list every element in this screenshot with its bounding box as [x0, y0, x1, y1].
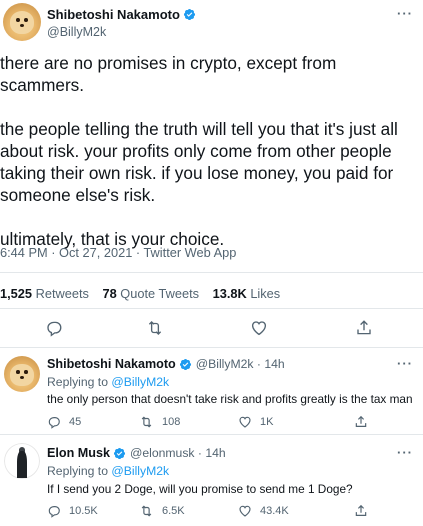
reply-handle-time[interactable]: @BillyM2k · 14h [196, 357, 285, 371]
retweet-icon[interactable] [145, 318, 165, 338]
divider [0, 272, 423, 273]
reply-actions: 10.5K 6.5K 43.4K [47, 504, 417, 520]
replying-to-link[interactable]: @BillyM2k [111, 464, 169, 478]
doge-avatar-image [4, 356, 40, 392]
avatar[interactable] [4, 356, 40, 392]
author-name-row[interactable]: Shibetoshi Nakamoto [47, 7, 196, 22]
tweet-paragraph-1: there are no promises in crypto, except … [0, 53, 337, 95]
like-icon [239, 416, 251, 428]
tweet-text: there are no promises in crypto, except … [0, 52, 420, 272]
replying-to: Replying to @BillyM2k [47, 464, 170, 478]
likes-stat[interactable]: 13.8K Likes [213, 286, 281, 301]
verified-badge-icon [183, 8, 195, 21]
replying-to-link[interactable]: @BillyM2k [111, 375, 169, 389]
avatar[interactable] [4, 443, 40, 479]
reply-text: the only person that doesn't take risk a… [47, 392, 413, 406]
more-icon[interactable]: ··· [397, 445, 413, 460]
like-icon [239, 505, 251, 517]
share-icon [355, 504, 367, 516]
replying-to: Replying to @BillyM2k [47, 375, 170, 389]
like-button[interactable]: 1K [238, 415, 273, 429]
reply-button[interactable]: 10.5K [47, 504, 98, 518]
reply-tweet[interactable]: Elon Musk @elonmusk · 14h ··· Replying t… [0, 434, 423, 524]
reply-handle-time[interactable]: @elonmusk · 14h [130, 446, 226, 460]
avatar[interactable] [3, 3, 41, 41]
like-icon[interactable] [249, 318, 269, 338]
share-button[interactable] [354, 415, 376, 429]
reply-author-name[interactable]: Shibetoshi Nakamoto [47, 357, 176, 371]
reply-author-name[interactable]: Elon Musk [47, 446, 110, 460]
verified-badge-icon [113, 447, 126, 459]
reply-tweet[interactable]: Shibetoshi Nakamoto @BillyM2k · 14h ··· … [0, 347, 423, 431]
divider [0, 308, 423, 309]
more-icon[interactable]: ··· [397, 6, 413, 21]
retweet-button[interactable]: 6.5K [139, 504, 185, 518]
retweet-button[interactable]: 108 [139, 415, 180, 429]
reply-text: If I send you 2 Doge, will you promise t… [47, 482, 353, 496]
reply-author-row[interactable]: Elon Musk @elonmusk · 14h [47, 446, 226, 460]
retweet-icon [141, 416, 152, 428]
tweet-stats: 1,525 Retweets 78 Quote Tweets 13.8K Lik… [0, 286, 290, 301]
retweets-stat[interactable]: 1,525 Retweets [0, 286, 89, 301]
reply-icon [48, 506, 60, 518]
share-icon[interactable] [354, 318, 374, 338]
elon-avatar-image [4, 443, 40, 479]
tweet-timestamp[interactable]: 6:44 PM · Oct 27, 2021 · Twitter Web App [0, 245, 236, 260]
author-name[interactable]: Shibetoshi Nakamoto [47, 7, 180, 22]
doge-avatar-image [3, 3, 41, 41]
share-icon [355, 415, 367, 427]
reply-icon [48, 417, 60, 429]
tweet-actions [0, 318, 423, 342]
retweet-icon [141, 505, 152, 517]
reply-actions: 45 108 1K [47, 415, 417, 431]
quote-tweets-stat[interactable]: 78 Quote Tweets [103, 286, 200, 301]
verified-badge-icon [179, 358, 191, 370]
tweet-paragraph-2: the people telling the truth will tell y… [0, 119, 398, 205]
reply-icon[interactable] [44, 318, 64, 338]
reply-button[interactable]: 45 [47, 415, 81, 429]
more-icon[interactable]: ··· [397, 356, 413, 371]
reply-author-row[interactable]: Shibetoshi Nakamoto @BillyM2k · 14h [47, 357, 285, 371]
author-handle[interactable]: @BillyM2k [47, 25, 106, 39]
share-button[interactable] [354, 504, 376, 518]
like-button[interactable]: 43.4K [238, 504, 289, 518]
